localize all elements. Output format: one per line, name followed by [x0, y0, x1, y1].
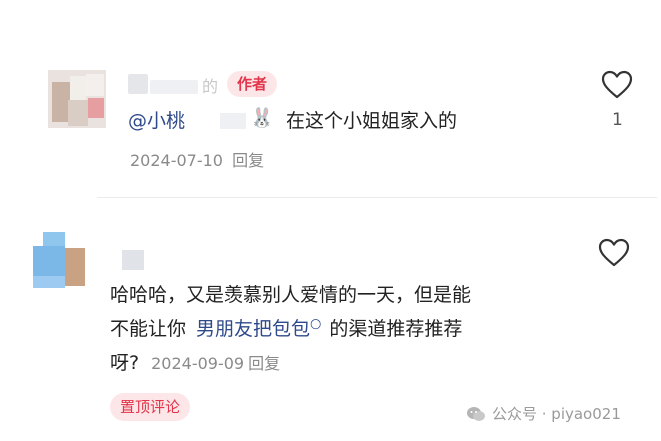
author-badge: 作者: [227, 71, 278, 97]
comment-text-line: 呀? 2024-09-09 回复: [110, 348, 280, 375]
username-blurred[interactable]: [122, 250, 144, 270]
search-icon[interactable]: ○: [310, 317, 321, 332]
comment-text: 在这个小姐姐家入的: [286, 110, 458, 132]
avatar[interactable]: [33, 232, 85, 290]
pinned-badge: 置顶评论: [110, 393, 191, 421]
username-fragment[interactable]: 的: [202, 73, 218, 97]
watermark-text: 公众号 · piyao021: [492, 405, 621, 423]
username-blurred[interactable]: [150, 80, 198, 94]
comment-text: 不能让你: [110, 318, 187, 340]
comment-date: 2024-09-09: [151, 354, 245, 373]
heart-outline-icon[interactable]: [598, 238, 630, 268]
mention-blurred: [220, 113, 246, 129]
comment-text-line: 不能让你 男朋友把包包○ 的渠道推荐推荐: [110, 314, 462, 341]
mention-link[interactable]: @小桃: [128, 106, 185, 133]
rabbit-emoji: 🐰: [250, 107, 274, 129]
search-link[interactable]: 男朋友把包包: [196, 318, 310, 340]
comment-text: 的渠道推荐推荐: [329, 318, 463, 340]
comment-text: 呀?: [110, 352, 140, 374]
heart-outline-icon[interactable]: [601, 70, 633, 100]
wechat-icon: [467, 406, 485, 421]
comment-date: 2024-07-10: [130, 151, 223, 170]
comment-text-line: 哈哈哈，又是羡慕别人爱情的一天，但是能: [110, 284, 472, 306]
username-blurred[interactable]: [128, 74, 148, 94]
watermark: 公众号 · piyao021: [466, 403, 621, 424]
comment-meta: 2024-07-10 回复: [130, 147, 264, 171]
like-count: 1: [612, 110, 623, 130]
divider: [97, 197, 657, 198]
avatar[interactable]: [48, 70, 106, 128]
reply-button[interactable]: 回复: [248, 354, 280, 373]
reply-button[interactable]: 回复: [232, 151, 264, 170]
